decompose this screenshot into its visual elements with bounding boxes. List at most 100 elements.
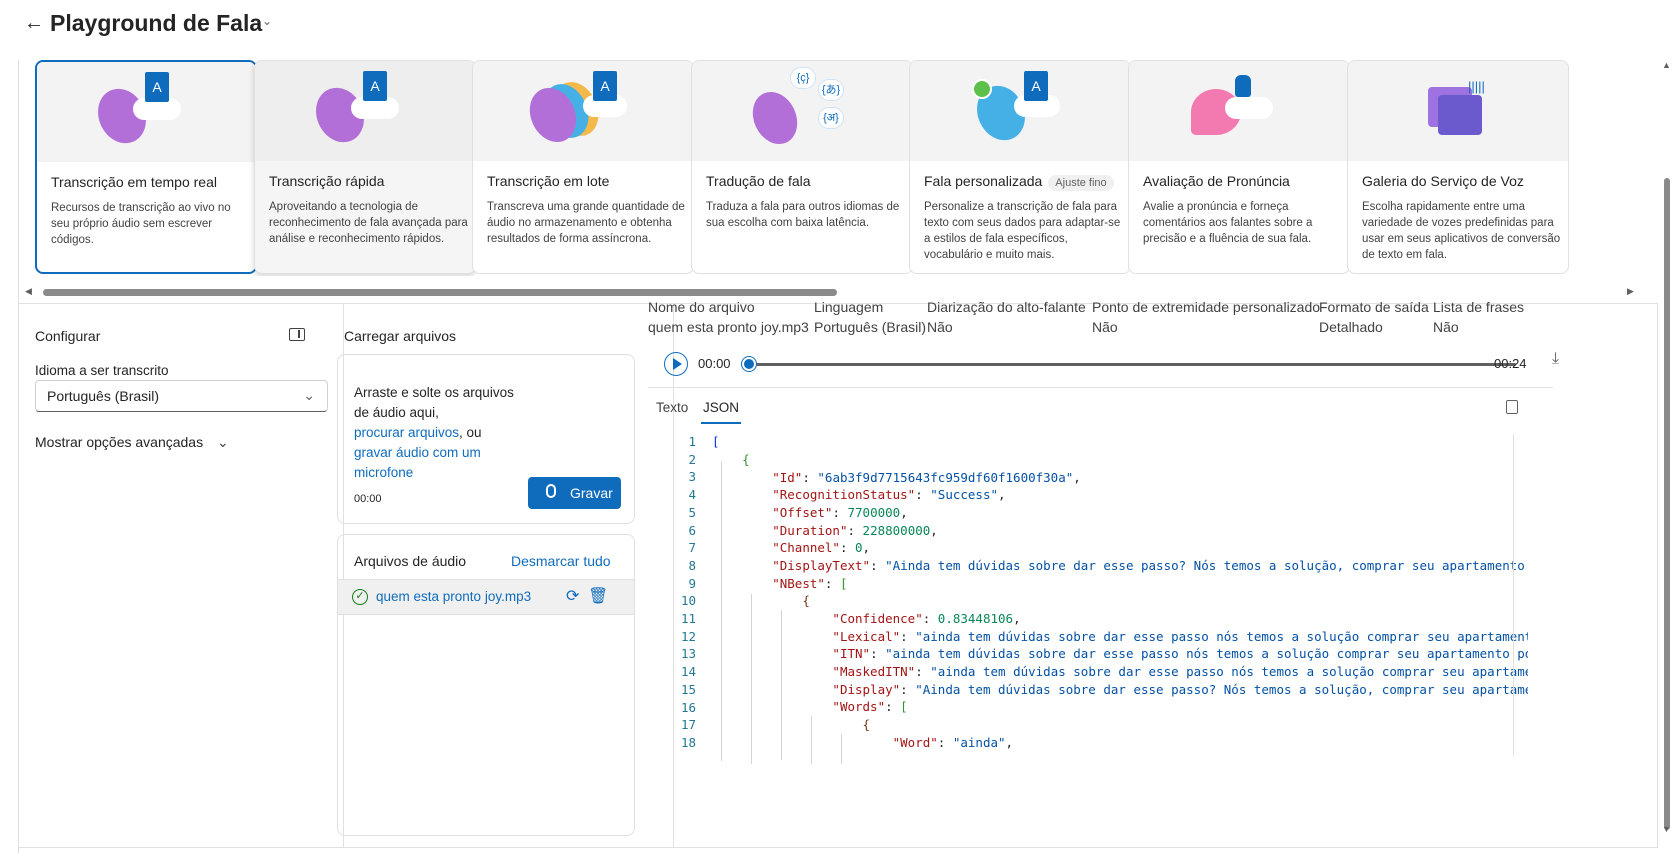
tab-text[interactable]: Texto [656, 400, 688, 415]
card-realtime-transcription[interactable]: A Transcrição em tempo real Recursos de … [35, 60, 257, 274]
copy-icon[interactable] [1506, 400, 1518, 414]
code-line: "Words": [ [832, 699, 908, 714]
deselect-all-link[interactable]: Desmarcar tudo [511, 553, 611, 569]
fine-tune-badge: Ajuste fino [1048, 175, 1114, 191]
card-pronunciation-assessment[interactable]: Avaliação de Pronúncia Avalie a pronúnci… [1128, 60, 1350, 274]
code-line: "NBest": [ [772, 575, 848, 591]
line-number: 13 [680, 646, 696, 662]
total-time: 00:24 [1494, 356, 1527, 371]
card-fast-transcription[interactable]: A Transcrição rápida Aproveitando a tecn… [254, 60, 476, 274]
scroll-left-icon[interactable]: ◀ [25, 286, 32, 297]
meta-value: Não [1433, 319, 1459, 335]
advanced-options-label: Mostrar opções avançadas [35, 434, 204, 450]
json-itn-value: "ainda tem dúvidas sobre dar esse passo … [885, 646, 1528, 661]
card-description: Traduza a fala para outros idiomas de su… [706, 201, 900, 229]
configure-title: Configurar [35, 328, 101, 344]
line-number: 15 [680, 681, 696, 697]
advanced-options-toggle[interactable]: Mostrar opções avançadas ⌄ [35, 434, 229, 451]
line-number: 8 [688, 557, 696, 573]
card-speech-translation[interactable]: {ç} {あ} {अ} Tradução de fala Traduza a f… [691, 60, 913, 274]
scrollbar-thumb[interactable] [1664, 178, 1670, 830]
refresh-icon[interactable]: ⟳ [566, 586, 579, 606]
configure-panel: Configurar Idioma a ser transcrito Portu… [18, 304, 344, 848]
card-title: Transcrição em tempo real [51, 174, 217, 190]
card-voice-gallery[interactable]: ||||| Galeria do Serviço de Voz Escolha … [1347, 60, 1569, 274]
checkmark-circle-icon: ✓ [352, 589, 368, 605]
card-title-text: Fala personalizada [924, 173, 1043, 189]
card-title: Tradução de fala [706, 173, 811, 189]
back-arrow-icon[interactable]: ← [24, 12, 44, 35]
trash-icon[interactable]: 🗑 [588, 586, 608, 606]
audio-player: 00:00 00:24 ⤓ [648, 346, 1588, 386]
meta-label: Formato de saída [1319, 299, 1429, 315]
realtime-illustration: A [37, 62, 255, 162]
line-number: 2 [688, 451, 696, 467]
scrollbar-thumb[interactable] [43, 289, 837, 296]
page-vertical-scrollbar[interactable]: ▲ ▼ [1660, 60, 1674, 840]
meta-value: quem esta pronto joy.mp3 [648, 319, 809, 335]
json-editor[interactable]: 1 2 3 4 5 6 7 8 9 10 11 12 13 14 15 16 17 18 [ { "Id": "6… [648, 434, 1528, 764]
scroll-down-icon[interactable]: ▼ [1662, 824, 1671, 834]
json-offset-value: 7700000 [847, 505, 901, 520]
code-line: [ [712, 434, 720, 449]
line-number: 10 [680, 593, 696, 609]
meta-value: Não [927, 319, 953, 335]
editor-scrollbar[interactable] [1513, 434, 1514, 756]
code-line: "Offset": 7700000, [772, 505, 908, 520]
card-title: Transcrição rápida [269, 173, 385, 189]
translation-illustration: {ç} {あ} {अ} [692, 61, 912, 161]
drop-line2: de áudio aqui, [354, 405, 439, 420]
drop-instructions: Arraste e solte os arquivos de áudio aqu… [354, 383, 534, 483]
card-description: Aproveitando a tecnologia de reconhecime… [269, 201, 468, 245]
line-number: 4 [688, 487, 696, 503]
line-number: 12 [680, 628, 696, 644]
meta-file-name: Nome do arquivo quem esta pronto joy.mp3 [648, 297, 809, 337]
tabs-divider [648, 387, 1553, 388]
play-icon[interactable] [664, 352, 688, 376]
code-line: "MaskedITN": "ainda tem dúvidas sobre da… [712, 664, 1528, 679]
language-value: Português (Brasil) [47, 388, 160, 404]
code-line: { [742, 452, 750, 467]
meta-language: Linguagem Português (Brasil) [814, 297, 926, 337]
meta-endpoint: Ponto de extremidade personalizado Não [1092, 297, 1320, 337]
meta-label: Lista de frases [1433, 299, 1525, 315]
collapse-panel-icon[interactable] [289, 328, 305, 341]
code-line: "Lexical": "ainda tem dúvidas sobre dar … [712, 629, 1528, 644]
json-status-value: "Success" [930, 487, 999, 502]
scroll-up-icon[interactable]: ▲ [1662, 60, 1671, 70]
scroll-right-icon[interactable]: ▶ [1627, 286, 1634, 297]
code-line: "Channel": 0, [772, 540, 871, 555]
download-icon[interactable]: ⤓ [1552, 350, 1559, 368]
record-button[interactable]: Gravar [528, 477, 621, 509]
meta-label: Diarização do alto-falante [927, 299, 1086, 315]
seek-track[interactable] [748, 363, 1516, 366]
meta-value: Não [1092, 319, 1118, 335]
card-batch-transcription[interactable]: A Transcrição em lote Transcreva uma gra… [472, 60, 694, 274]
code-line: { [862, 717, 871, 732]
batch-illustration: A [473, 61, 693, 161]
json-confidence-value: 0.83448106 [937, 611, 1014, 626]
results-panel: Nome do arquivo quem esta pronto joy.mp3 … [648, 299, 1658, 848]
seek-handle[interactable] [742, 357, 756, 371]
page-title: Playground de Fala [50, 10, 263, 36]
record-audio-link[interactable]: gravar áudio com um microfone [354, 445, 481, 480]
language-select[interactable]: Português (Brasil) ⌄ [35, 380, 328, 412]
file-drop-zone[interactable]: Arraste e solte os arquivos de áudio aqu… [337, 354, 635, 524]
record-timer: 00:00 [354, 493, 382, 505]
card-custom-speech[interactable]: A Fala personalizada Ajuste fino Personal… [909, 60, 1131, 274]
file-name[interactable]: quem esta pronto joy.mp3 [376, 589, 531, 604]
line-number: 7 [688, 540, 696, 556]
custom-illustration: A [910, 61, 1130, 161]
line-number: 18 [680, 734, 696, 750]
upload-title: Carregar arquivos [344, 328, 457, 344]
language-label: Idioma a ser transcrito [35, 363, 169, 378]
tab-json[interactable]: JSON [700, 400, 742, 424]
code-line: "ITN": "ainda tem dúvidas sobre dar esse… [712, 646, 1528, 661]
json-word-value: "ainda" [952, 734, 1006, 750]
microphone-icon [546, 484, 556, 498]
chevron-down-icon[interactable]: ⌄ [262, 14, 272, 28]
chevron-down-icon: ⌄ [216, 434, 229, 450]
page-header: ← Playground de Fala ⌄ [0, 0, 1679, 50]
list-item[interactable]: ✓ quem esta pronto joy.mp3 ⟳ 🗑 [338, 579, 634, 615]
browse-files-link[interactable]: procurar arquivos [354, 425, 459, 440]
